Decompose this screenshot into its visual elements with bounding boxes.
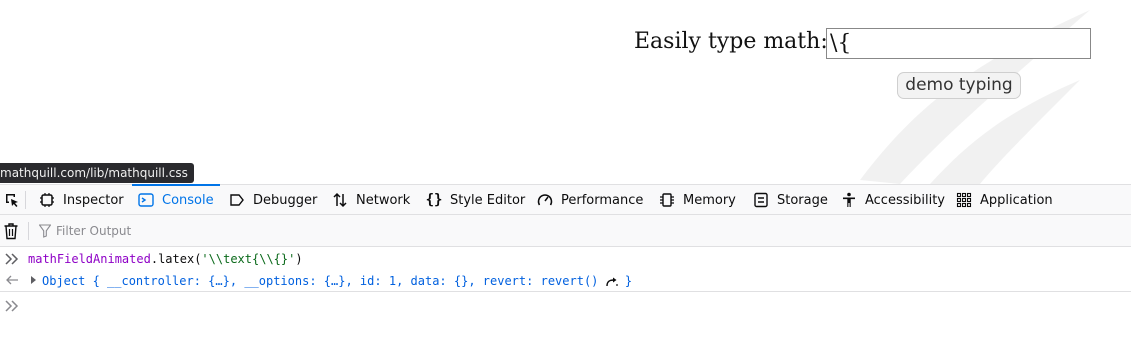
toolbar-divider xyxy=(25,191,26,209)
filter-output-input[interactable] xyxy=(56,221,556,241)
result-arrow-icon xyxy=(6,275,18,285)
tab-performance[interactable]: Performance xyxy=(536,185,643,215)
filter-divider xyxy=(28,222,29,240)
object-preview[interactable]: Object { __controller: {…}, __options: {… xyxy=(42,274,632,288)
code-method: latex xyxy=(158,252,195,266)
element-picker-button[interactable] xyxy=(0,185,24,215)
tab-storage[interactable]: Storage xyxy=(752,185,828,215)
tab-style-editor[interactable]: {} Style Editor xyxy=(425,185,526,215)
code-dot: . xyxy=(150,252,159,266)
expand-object-toggle[interactable] xyxy=(31,276,36,284)
tab-label: Console xyxy=(162,192,214,208)
object-key: revert xyxy=(482,274,527,288)
object-text: } xyxy=(617,274,633,288)
tab-memory[interactable]: Memory xyxy=(658,185,736,215)
webpage-area: Easily type math: \{ demo typing mathqui… xyxy=(0,0,1131,184)
input-prompt-icon xyxy=(5,300,19,312)
element-picker-icon xyxy=(6,194,18,207)
storage-icon xyxy=(752,191,770,209)
console-result-row: Object { __controller: {…}, __options: {… xyxy=(0,270,1131,292)
math-label: Easily type math: xyxy=(634,29,828,54)
url-tooltip: mathquill.com/lib/mathquill.css xyxy=(0,163,194,183)
clear-console-button[interactable] xyxy=(2,221,20,241)
tab-label: Network xyxy=(356,192,411,208)
devtools-toolbar: Inspector Console Debugger Network {} St… xyxy=(0,184,1131,215)
filter-icon xyxy=(39,224,51,238)
style-editor-icon: {} xyxy=(425,192,443,208)
inspector-icon xyxy=(38,191,56,209)
console-input-prompt-row[interactable] xyxy=(0,293,1131,317)
code-close-paren: ) xyxy=(295,252,303,266)
object-key: __controller xyxy=(107,274,194,288)
object-key: __options xyxy=(244,274,310,288)
object-text: , xyxy=(396,274,411,288)
memory-icon xyxy=(658,191,676,209)
tab-label: Memory xyxy=(683,192,736,208)
math-field-value: \{ xyxy=(830,31,852,56)
console-icon xyxy=(137,191,155,209)
tab-label: Storage xyxy=(777,192,828,208)
application-icon xyxy=(955,191,973,209)
object-text: : xyxy=(374,274,389,288)
console-input-code[interactable]: mathFieldAnimated.latex('\\text{\\{}') xyxy=(28,252,303,266)
accessibility-icon xyxy=(840,191,858,209)
tab-label: Performance xyxy=(561,192,644,208)
tab-network[interactable]: Network xyxy=(331,185,410,215)
object-text: : {}, xyxy=(439,274,483,288)
object-number: 1 xyxy=(388,274,397,288)
tab-label: Inspector xyxy=(63,192,124,208)
network-icon xyxy=(331,191,349,209)
console-filter-bar xyxy=(0,215,1131,247)
code-identifier: mathFieldAnimated xyxy=(28,252,151,266)
object-text: : revert() xyxy=(526,274,606,288)
performance-icon xyxy=(536,191,554,209)
object-text: Object { xyxy=(42,274,108,288)
object-text: : {…}, xyxy=(193,274,245,288)
tab-label: Accessibility xyxy=(865,192,945,208)
object-key: id xyxy=(359,274,375,288)
tab-label: Debugger xyxy=(253,192,318,208)
object-key: data xyxy=(410,274,440,288)
tab-debugger[interactable]: Debugger xyxy=(228,185,317,215)
console-output: mathFieldAnimated.latex('\\text{\\{}') O… xyxy=(0,247,1131,352)
tab-application[interactable]: Application xyxy=(955,185,1053,215)
code-string-arg: '\\text{\\{}' xyxy=(201,252,296,266)
tab-label: Application xyxy=(980,192,1053,208)
console-input-row: mathFieldAnimated.latex('\\text{\\{}') xyxy=(0,249,1131,270)
tab-accessibility[interactable]: Accessibility xyxy=(840,185,945,215)
jump-to-definition-icon[interactable] xyxy=(605,277,618,287)
object-text: : {…}, xyxy=(309,274,360,288)
trash-icon xyxy=(4,223,18,240)
math-input-field[interactable]: \{ xyxy=(826,28,1091,59)
debugger-icon xyxy=(228,191,246,209)
tab-inspector[interactable]: Inspector xyxy=(38,185,124,215)
demo-typing-button[interactable]: demo typing xyxy=(897,72,1021,99)
tab-label: Style Editor xyxy=(450,192,526,208)
tab-console[interactable]: Console xyxy=(132,184,220,215)
input-prompt-icon xyxy=(5,253,19,265)
